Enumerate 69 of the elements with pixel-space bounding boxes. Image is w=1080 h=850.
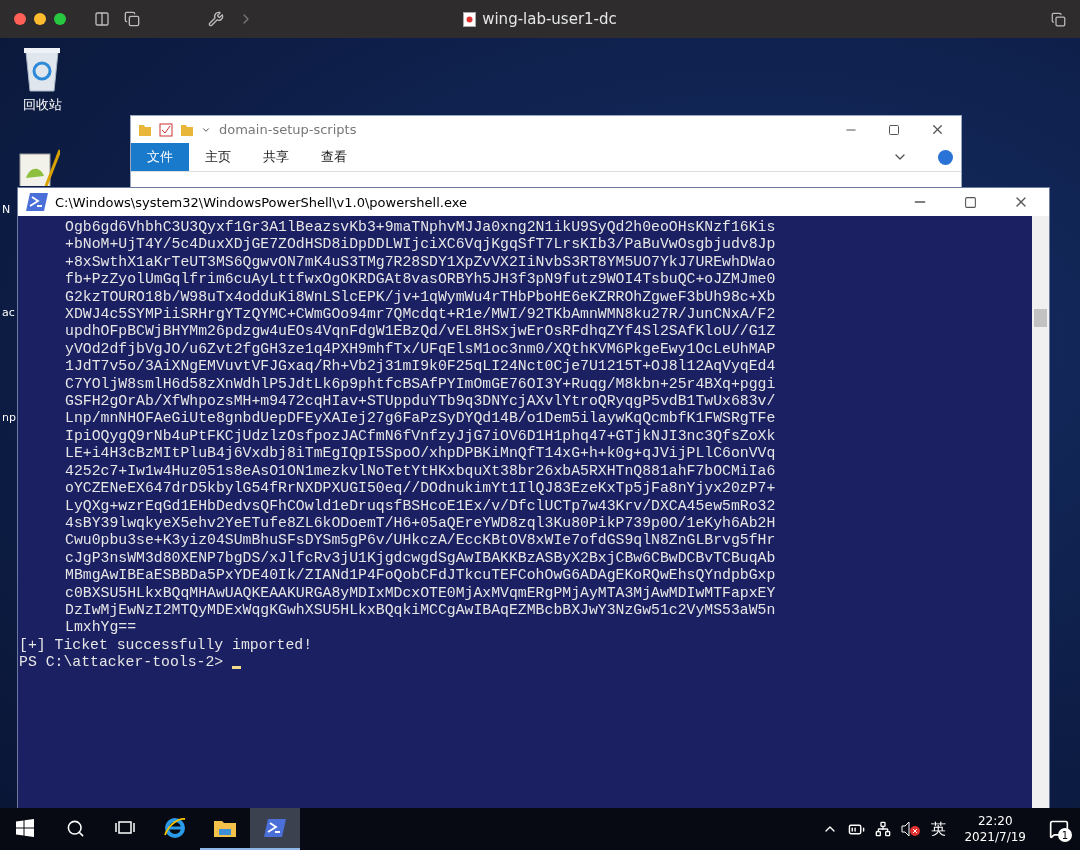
- notification-count: 1: [1058, 828, 1072, 842]
- vm-icon: [463, 11, 477, 27]
- close-icon[interactable]: [930, 122, 945, 137]
- task-view-icon: [115, 820, 135, 836]
- input-language[interactable]: 英: [931, 819, 947, 839]
- recycle-bin-icon: [22, 46, 62, 92]
- console-output-line: IpiOQygQ9rNb4uPtFKCjUdzlzOsfpozJACfmN6fVnfzyJjG7iOV6D1H1phq47+GTjkNJI3nc3QfsZoXk: [64, 427, 776, 446]
- console-output-line: LmxhYg==: [64, 619, 137, 637]
- window-title: wing-lab-user1-dc: [482, 10, 617, 28]
- network-icon[interactable]: [875, 821, 892, 837]
- maximize-icon[interactable]: [888, 123, 900, 136]
- notepad-icon: [16, 148, 60, 186]
- console-output-line: 1JdT7v5o/3AiXNgEMVuvtVFJGxaq/Rh+Vb2j31mI9k0F25qLI24Nct0Cje7U1215T+OJ8l12AqVyqEd4: [64, 358, 776, 376]
- console-output-line: fb+PzZyolUmGqlfrim6cuAyLttfwxOgOKRDGAt8vasORBYh5JH3f3pN9futz9WOI4TsbuQC+oJZMJme0: [64, 271, 776, 289]
- ribbon-tab[interactable]: 查看: [305, 143, 363, 171]
- desktop-icon-label[interactable]: np: [2, 411, 16, 424]
- console-output-line: updhOFpBCWjBHYMm26pdzgw4uEOs4VqnFdgW1EBzQd/vEL8HSxjwErOsRFdhqZYf4Sl2SAfKloU//G1Z: [64, 323, 776, 341]
- close-icon[interactable]: [14, 13, 26, 25]
- console-output-line: LyQXg+wzrEqGd1EHbDedvsQFhCOwld1eDruqsfBSHcoE1Ex/v/DfclUCTp7w43Krv/DXCA45ew5mRo32: [64, 497, 776, 515]
- console-output-line: 4sBY39lwqkyeX5ehv2YeETufe8ZL6kODoemT/H6+05aQEreYWD8zql3Ku80PikP739p0O/1eKyh6Ab2H: [64, 514, 776, 533]
- console-output-line: C7YOljW8smlH6d58zXnWdhlP5JdtLk6p9phtfcBSAfPYImOmGE76OI3Y+Ruqg/M8kbn+25r4BXq+pggi: [64, 375, 776, 394]
- minimize-icon[interactable]: [34, 13, 46, 25]
- ribbon-tab[interactable]: 共享: [247, 143, 305, 171]
- folder-icon: [213, 818, 237, 838]
- window-title: C:\Windows\system32\WindowsPowerShell\v1.0\powershell.exe: [55, 194, 467, 210]
- console-output-line: cJgP3nsWM3d80XENP7bgDS/xJlfcRv3jU1KjgdcwgdSgAwIBAKKBzASByX2BxjCBw6CBwDCBvTCBuqAb: [64, 549, 776, 568]
- desktop-icon-label: 回收站: [22, 96, 62, 114]
- folder-icon: [139, 123, 151, 136]
- pause-icon[interactable]: [94, 11, 110, 27]
- ribbon-tab[interactable]: 文件: [131, 143, 189, 171]
- ribbon-tab[interactable]: 主页: [189, 143, 247, 171]
- console-output-line: G2kzTOURO18b/W98uTx4odduKi8WnLSlcEPK/jv+1qWymWu4rTHbPboHE6eKZRROhZgweF3bUh98c+Xb: [64, 288, 776, 307]
- clock-time: 22:20: [977, 813, 1013, 829]
- settings-icon[interactable]: [208, 11, 224, 27]
- notification-button[interactable]: 1: [1044, 814, 1074, 844]
- windows-logo-icon: [16, 819, 34, 837]
- console-output-line: GSFH2gOrAb/XfWhpozsMH+m9472cqHIav+STUppduYTb9q3DNYcjAXvlYtroQRyqgP5vdB1TwUx683v/: [64, 393, 776, 411]
- console-output-line: Ogb6gd6VhbhC3U3Qyxf1Gr3A1lBeazsvKb3+9maTNphvMJJa0xng2N1ikU9SyQd2h0eoOHsKNzf16Kis: [64, 219, 776, 237]
- powershell-icon: [25, 192, 49, 212]
- console-output-line: c0BXSU5HLkxBQqMHAwUAQKEAAKURGA8yMDIxMDcxOTE0MjAxMVqmERgPMjAyMTA3MjAwMDIwMTFapxEY: [64, 584, 776, 602]
- console-prompt: PS C:\attacker-tools-2>: [19, 654, 224, 672]
- console-output-line: yVOd2dfjbVgJO/u6Zvt2fgGH3ze1q4PXH9mhfTx/UFqElsM1oc3nm0/XQthKVM6PkgeEwy1OcLeUhMAP: [64, 340, 776, 359]
- console-output-line: +bNoM+UjT4Y/5c4DuxXDjGE7ZOdHSD8iDpDDLWIjciXC6VqjKgqSfT7LrsKIb3/PaBuVwOsgbjudv8Jp: [64, 236, 776, 254]
- text-cursor: [232, 665, 242, 669]
- desktop-icon[interactable]: 回收站: [4, 46, 80, 114]
- console-output-line: Lnp/mnNHOFAeGiUte8gnbdUepDFEyXAIej27g6FaPzSyDYQd14B/o1Dem5ilaywKqQcmbfK1FWSRgTFe: [64, 410, 776, 428]
- maximize-icon[interactable]: [964, 195, 977, 209]
- desktop-icon-label[interactable]: ac: [2, 306, 15, 319]
- console-output-line: LE+i4H3cBzMItPluB4j6Vxdbj8iTmEgIQpI5SpoO/xhpDPBKiMnQfT14xG+h+k0g+qJVijPLlC6onVVq: [64, 445, 776, 463]
- console-output-line: 4252c7+Iw1w4Huz051s8eAsO1ON1mezkvlNoTetYtHKxbquXt38br26xbA5RXHTnQ881ahF7bOCMiIa6: [64, 462, 776, 481]
- search-icon: [65, 818, 85, 838]
- console-output-line: XDWJ4c5SYMPiiSRHrgYTzQYMC+CWmGOo94mr7QMcdqt+R1e/MWI/92TKbAmnWMN8ku27R/JunCNxA/F2: [64, 306, 776, 324]
- console-status-line: [+] Ticket successfully imported!: [18, 636, 313, 655]
- console-output-line: +8xSwthX1aKrTeUT3MS6QgwvON7mK4uS3TMg7R28SDY1XpZvVX2IiNvbS3RT8YM5UO7YkJ7UREwhDWao: [64, 253, 776, 272]
- clock-date: 2021/7/19: [964, 829, 1026, 845]
- console-output-line: DzIwMjEwNzI2MTQyMDExWqgKGwhXSU5HLkxBQqkiMCCgAwIBAqEZMBcbBXJwY3NzGw51c2VyMS53aW5n: [64, 601, 776, 620]
- browser-e-icon: [163, 816, 187, 840]
- window-title: domain-setup-scripts: [219, 122, 357, 137]
- volume-muted-icon[interactable]: [901, 821, 922, 837]
- zoom-icon[interactable]: [54, 13, 66, 25]
- clock[interactable]: 22:20 2021/7/19: [956, 813, 1034, 845]
- powershell-icon: [263, 818, 287, 838]
- console-output-line: Cwu0pbu3se+K3yiz04SUmBhuSFsDYSm5gP6v/UHkczA/EccKBtOV8xWIe7ofdGS9qlN8ZnGLBrvg5fHr: [64, 532, 776, 550]
- notification-icon: [1049, 819, 1069, 839]
- console-output-line: MBmgAwIBEaESBBDa5PxYDE40Ik/ZIANd1P4FoQobCFdJTkcuTEFCohOwG6ADAgEKoRQwEhsQYndpbGxp: [64, 567, 776, 585]
- scrollbar[interactable]: [1032, 216, 1049, 808]
- scrollbar-thumb[interactable]: [1034, 309, 1047, 327]
- console-output-line: oYCZENeEX647drD5kbylG54fRrNXDPXUGI50eq//DOdnukimYt1IlQJ83EzeKxTp5jFa8nYjyx20zP7+: [64, 480, 776, 498]
- desktop-icon-label[interactable]: N: [2, 203, 11, 216]
